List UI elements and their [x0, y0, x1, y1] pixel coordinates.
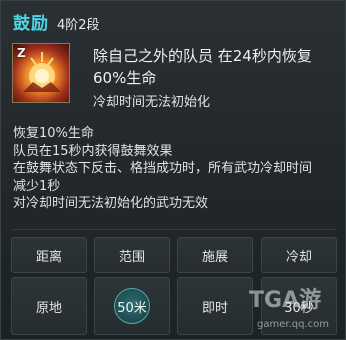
cooldown-note: 冷却时间无法初始化	[93, 95, 211, 110]
effect-list: 恢复10%生命 队员在15秒内获得鼓舞效果 在鼓舞状态下反击、格挡成功时，所有武…	[13, 125, 338, 213]
stat-value-range: 50米	[114, 288, 150, 324]
section-divider	[11, 229, 337, 230]
stat-value-range-cell: 50米	[94, 277, 170, 335]
watermark-logo-text: TGA游	[249, 288, 322, 313]
stat-header-cast: 施展	[177, 237, 253, 273]
watermark-url: gamer.qq.com	[257, 319, 329, 330]
stat-value-distance: 原地	[11, 277, 87, 335]
tooltip-header: 鼓励 4阶2段	[13, 9, 100, 34]
skill-name: 鼓励	[13, 14, 49, 34]
effect-line: 对冷却时间无法初始化的武功无效	[13, 196, 209, 211]
effect-line: 队员在15秒内获得鼓舞效果	[13, 143, 173, 159]
skill-tooltip-panel: 鼓励 4阶2段 Z 除自己之外的队员 在24秒内恢复60%生命 冷却时间无法初始…	[0, 0, 346, 340]
effect-line: 在鼓舞状态下反击、格挡成功时，所有武功冷却时间	[13, 161, 313, 176]
watermark-logo: TGA游	[249, 281, 341, 315]
skill-main-description: 除自己之外的队员 在24秒内恢复60%生命	[93, 47, 312, 87]
skill-rank: 4阶2段	[57, 18, 100, 33]
stat-value-cast: 即时	[177, 277, 253, 335]
effect-line: 减少1秒	[13, 178, 61, 194]
skill-encourage-icon: Z	[12, 43, 70, 103]
stat-header-range: 范围	[94, 237, 170, 273]
stat-header-distance: 距离	[11, 237, 87, 273]
stat-header-cooldown: 冷却	[261, 237, 337, 273]
effect-line: 恢复10%生命	[13, 126, 94, 141]
